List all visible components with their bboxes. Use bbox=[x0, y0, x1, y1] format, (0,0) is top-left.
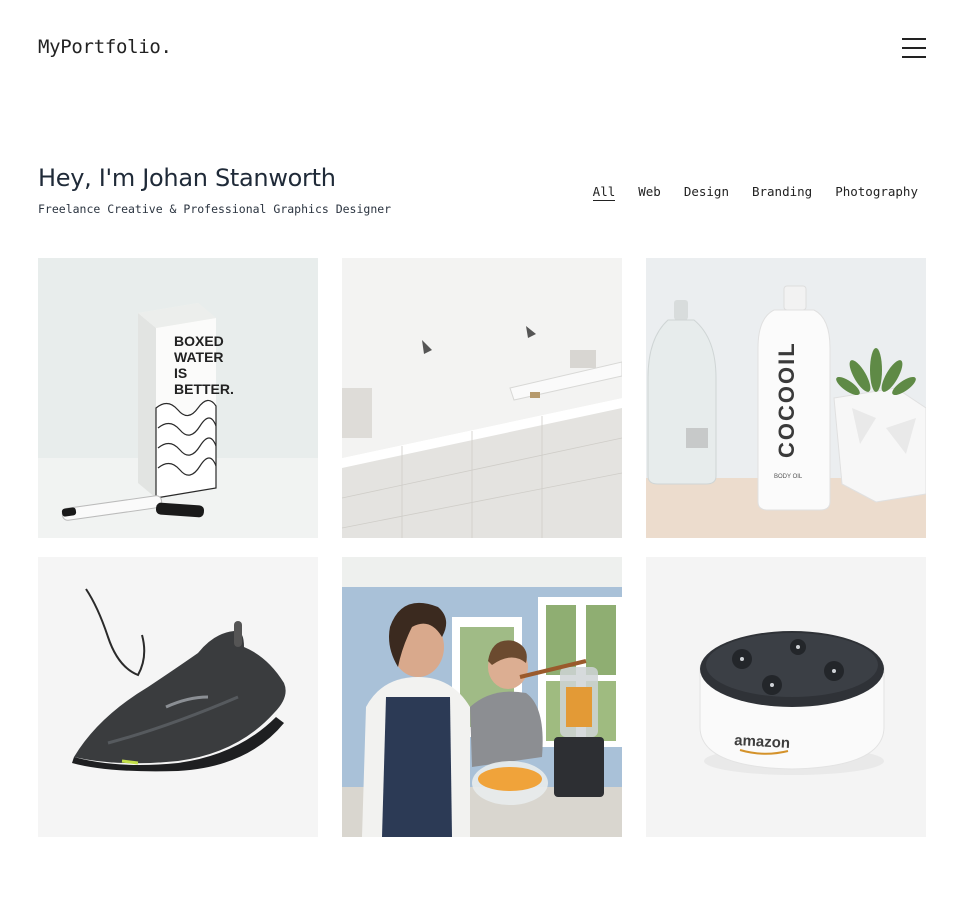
portfolio-item-boxed-water[interactable]: BOXED WATER IS BETTER. bbox=[38, 258, 318, 538]
filter-photography[interactable]: Photography bbox=[835, 184, 918, 201]
portfolio-item-running-shoe[interactable] bbox=[38, 557, 318, 837]
echo-dot-image: amazon bbox=[646, 557, 926, 837]
svg-text:WATER: WATER bbox=[174, 349, 224, 365]
menu-bar bbox=[902, 56, 926, 58]
menu-bar bbox=[902, 38, 926, 40]
svg-text:BODY OIL: BODY OIL bbox=[774, 474, 803, 480]
portfolio-item-cocooil[interactable]: COCOOIL BODY OIL bbox=[646, 258, 926, 538]
marble-stairs-image bbox=[342, 258, 622, 538]
portfolio-filter-nav: All Web Design Branding Photography bbox=[592, 184, 918, 201]
cocooil-bottle-image: COCOOIL BODY OIL bbox=[646, 258, 926, 538]
portfolio-item-echo-dot[interactable]: amazon bbox=[646, 557, 926, 837]
filter-branding[interactable]: Branding bbox=[752, 184, 812, 201]
site-logo[interactable]: MyPortfolio. bbox=[38, 36, 172, 58]
portfolio-item-kitchen[interactable] bbox=[342, 557, 622, 837]
kitchen-image bbox=[342, 557, 622, 837]
echo-dot-brand-text: amazon bbox=[734, 732, 791, 752]
page-subtitle: Freelance Creative & Professional Graphi… bbox=[38, 202, 392, 216]
page-title: Hey, I'm Johan Stanworth bbox=[38, 164, 336, 192]
svg-text:COCOOIL: COCOOIL bbox=[774, 341, 799, 458]
hamburger-menu-icon[interactable] bbox=[902, 36, 926, 60]
menu-bar bbox=[902, 47, 926, 49]
filter-all[interactable]: All bbox=[592, 184, 616, 201]
svg-text:BOXED: BOXED bbox=[174, 333, 224, 349]
portfolio-grid: BOXED WATER IS BETTER. COCOOIL BODY OIL … bbox=[38, 258, 926, 837]
svg-text:IS: IS bbox=[174, 365, 187, 381]
filter-design[interactable]: Design bbox=[684, 184, 729, 201]
portfolio-item-marble-stairs[interactable] bbox=[342, 258, 622, 538]
boxed-water-image: BOXED WATER IS BETTER. bbox=[38, 258, 318, 538]
svg-text:BETTER.: BETTER. bbox=[174, 381, 234, 397]
running-shoe-image bbox=[38, 557, 318, 837]
filter-web[interactable]: Web bbox=[638, 184, 661, 201]
